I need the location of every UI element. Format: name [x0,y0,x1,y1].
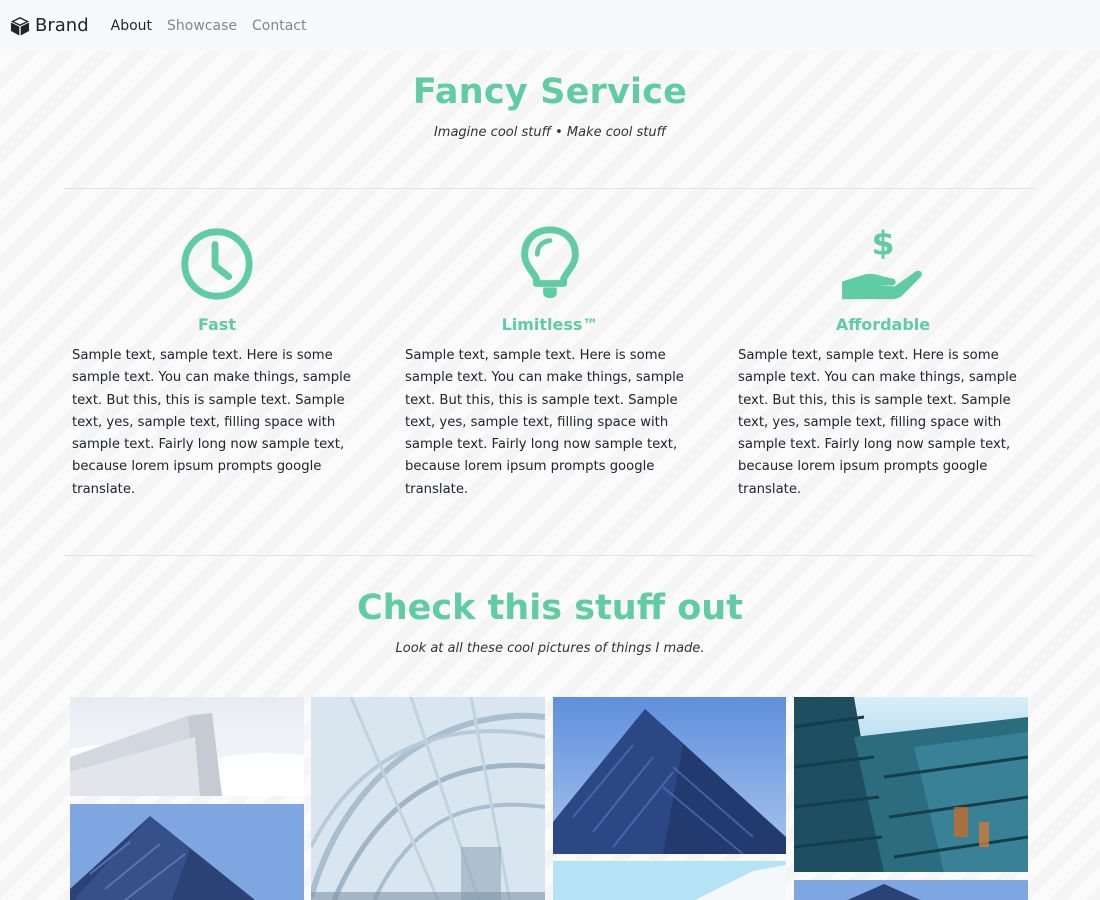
brand-label: Brand [35,15,89,36]
feature-text: Sample text, sample text. Here is some s… [738,348,1017,497]
feature-limitless: Limitless™ Sample text, sample text. Her… [405,225,695,501]
feature-affordable: $ Affordable Sample text, sample text. H… [738,225,1028,501]
gallery-image-building-blue[interactable] [553,697,786,854]
gallery-image-glass-arcade[interactable] [311,697,545,900]
feature-fast: Fast Sample text, sample text. Here is s… [72,225,362,501]
gallery-image-sky[interactable] [553,861,786,900]
showcase-title: Check this stuff out [357,588,743,628]
nav-link-about[interactable]: About [111,18,152,34]
nav-links: About Showcase Contact [111,18,322,34]
gallery-image-glass-towers[interactable] [794,697,1028,872]
divider [63,555,1035,556]
gallery-image-building-small[interactable] [794,880,1028,900]
navbar: Brand About Showcase Contact [0,0,1100,51]
cube-icon [11,16,29,35]
nav-link-showcase[interactable]: Showcase [167,18,237,34]
nav-link-contact[interactable]: Contact [252,18,306,34]
clock-icon [181,228,253,300]
brand-link[interactable]: Brand [10,15,89,36]
divider [63,188,1035,189]
feature-title: Limitless™ [501,315,599,334]
feature-title: Fast [198,315,236,334]
svg-text:$: $ [871,225,894,262]
feature-text: Sample text, sample text. Here is some s… [405,348,684,497]
gallery-image-building[interactable] [70,804,304,900]
hero-title: Fancy Service [412,72,688,112]
gallery-image-airplane-wing[interactable] [70,697,304,796]
lightbulb-icon [521,226,579,299]
hand-dollar-icon: $ [842,225,922,300]
feature-title: Affordable [835,315,931,334]
feature-text: Sample text, sample text. Here is some s… [72,348,351,497]
showcase-subtitle: Look at all these cool pictures of thing… [395,641,705,656]
hero-subtitle: Imagine cool stuff • Make cool stuff [433,125,667,140]
